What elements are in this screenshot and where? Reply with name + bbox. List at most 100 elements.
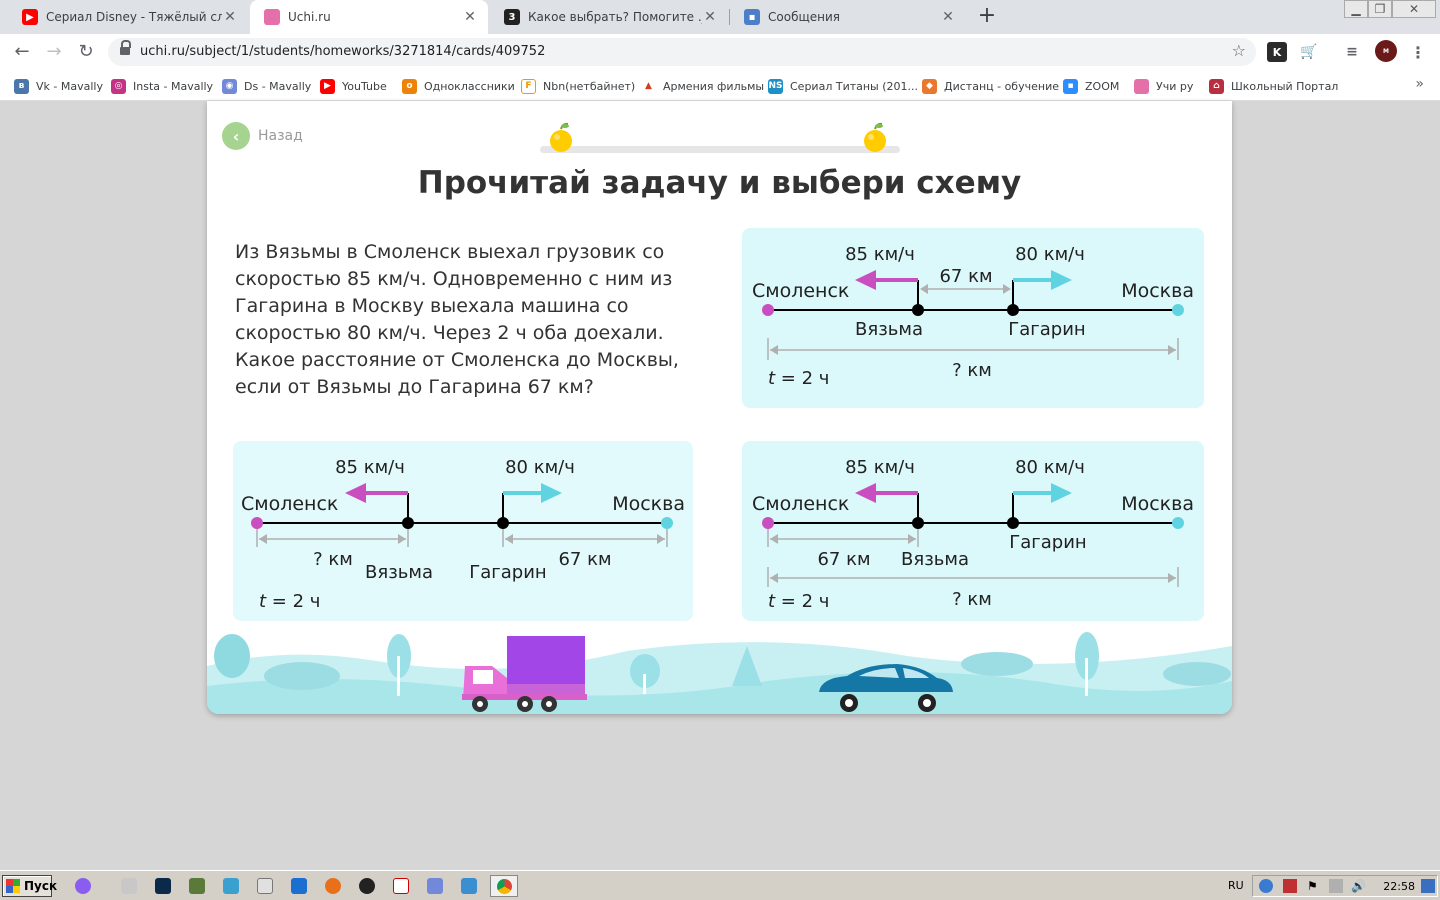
point-a-label: Вязьма <box>855 319 923 340</box>
distance-arrowhead <box>1168 345 1176 355</box>
restore-button[interactable]: ❐ <box>1368 0 1392 18</box>
bookmark-ok[interactable]: о Одноклассники <box>402 77 515 95</box>
volume-icon[interactable]: 🔊 <box>1351 878 1367 894</box>
antivirus-icon[interactable] <box>1283 879 1297 893</box>
yandex-icon[interactable] <box>393 878 409 894</box>
language-indicator[interactable]: RU <box>1228 879 1244 892</box>
monitor-icon[interactable] <box>1329 879 1343 893</box>
vk-extension-icon[interactable]: K <box>1267 42 1287 62</box>
point-gagarin <box>1007 304 1019 316</box>
store-icon[interactable] <box>291 878 307 894</box>
speed-left-label: 85 км/ч <box>335 457 405 478</box>
close-icon[interactable]: ✕ <box>222 9 238 25</box>
city-left-label: Смоленск <box>752 280 849 302</box>
point-vyazma <box>402 517 414 529</box>
address-bar[interactable]: uchi.ru/subject/1/students/homeworks/327… <box>108 38 1256 66</box>
back-label: Назад <box>258 128 303 144</box>
vk-icon: в <box>14 78 29 94</box>
close-icon[interactable]: ✕ <box>462 9 478 25</box>
uchi-icon <box>264 9 280 25</box>
close-icon[interactable]: ✕ <box>702 9 718 25</box>
close-icon[interactable]: ✕ <box>940 9 956 25</box>
cart-extension-icon[interactable]: 🛒 <box>1299 42 1319 62</box>
vimeworld-icon[interactable] <box>223 878 239 894</box>
flag-icon[interactable]: ⚑ <box>1307 879 1321 893</box>
arrow-right-shaft <box>1013 491 1053 495</box>
bookmark-distance[interactable]: ◆ Дистанц - обучение <box>922 77 1059 95</box>
bookmark-school-portal[interactable]: ⌂ Школьный Портал <box>1209 77 1338 95</box>
progress-track <box>540 146 900 153</box>
lock-icon <box>120 40 131 56</box>
page-title: Прочитай задачу и выбери схему <box>417 165 1022 201</box>
bookmark-discord[interactable]: ◉ Ds - Mavally <box>222 77 311 95</box>
notepad-icon[interactable] <box>121 878 137 894</box>
distance-arrowhead <box>505 534 513 544</box>
calculator-icon[interactable] <box>257 878 273 894</box>
bookmark-star-icon[interactable]: ☆ <box>1232 41 1246 60</box>
bookmark-zoom[interactable]: ▪ ZOOM <box>1063 77 1119 95</box>
arrow-left-head <box>855 483 876 503</box>
browser-toolbar: ← → ↻ uchi.ru/subject/1/students/homewor… <box>0 34 1440 70</box>
photoshop-icon[interactable] <box>155 878 171 894</box>
point-b-label: Гагарин <box>1008 319 1085 340</box>
playlist-icon[interactable]: ≡ <box>1342 42 1362 62</box>
distance-arrowhead <box>1168 573 1176 583</box>
scheme-diagram: 85 км/ч 80 км/ч 67 км Смоленск Москва Вя… <box>752 244 1194 389</box>
tab-messages[interactable]: ▪ Сообщения ✕ <box>730 0 966 34</box>
windows-logo-icon <box>6 879 20 893</box>
bookmark-armenia[interactable]: ▲ Армения фильмы <box>641 77 764 95</box>
point-moscow <box>1172 517 1184 529</box>
arrow-right-shaft <box>503 491 543 495</box>
bush-icon <box>961 652 1033 676</box>
distance-arrowhead <box>398 534 406 544</box>
fox-icon: ◆ <box>922 78 937 94</box>
bookmark-netbynet[interactable]: F Nbn(нетбайнет) <box>521 77 635 95</box>
point-smolensk <box>762 517 774 529</box>
new-tab-button[interactable]: + <box>976 5 998 27</box>
forward-arrow-icon[interactable]: → <box>42 40 66 64</box>
speed-right-label: 80 км/ч <box>505 457 575 478</box>
media-player-icon[interactable] <box>359 878 375 894</box>
network-icon[interactable] <box>1259 879 1273 893</box>
bookmarks-more-icon[interactable]: » <box>1415 76 1424 92</box>
bookmark-insta[interactable]: ◎ Insta - Mavally <box>111 77 213 95</box>
clock: 22:58 <box>1383 880 1415 893</box>
scheme-option-2[interactable]: 85 км/ч 80 км/ч Смоленск Москва ? км 67 … <box>233 441 693 621</box>
distance-arrowhead <box>920 284 928 294</box>
minecraft-icon[interactable] <box>189 878 205 894</box>
bookmark-youtube[interactable]: ▶ YouTube <box>320 77 387 95</box>
point-smolensk <box>762 304 774 316</box>
show-desktop-icon[interactable] <box>1421 879 1435 893</box>
zoom-icon: ▪ <box>1063 78 1078 94</box>
alice-icon[interactable] <box>75 878 91 894</box>
reload-icon[interactable]: ↻ <box>74 40 98 64</box>
chrome-taskbar-button[interactable] <box>490 875 518 897</box>
menu-kebab-icon[interactable]: ⋮ <box>1408 42 1428 62</box>
tab-youtube[interactable]: ▶ Сериал Disney - Тяжёлый случай ( ✕ <box>8 0 248 34</box>
bookmark-titans[interactable]: NS Сериал Титаны (201... <box>768 77 918 95</box>
bush-icon <box>264 662 340 690</box>
arrow-left-shaft <box>362 491 408 495</box>
tab-uchi[interactable]: Uchi.ru ✕ <box>250 0 488 34</box>
bookmark-uchi[interactable]: Учи ру <box>1134 77 1193 95</box>
discord-icon[interactable] <box>427 878 443 894</box>
tab-znanija[interactable]: 3 Какое выбрать? Помогите ._. - Ш ✕ <box>490 0 728 34</box>
arrow-right-head <box>1051 483 1072 503</box>
bookmark-vk[interactable]: в Vk - Mavally <box>14 77 103 95</box>
minimize-button[interactable]: ▁ <box>1344 0 1368 18</box>
scheme-option-3[interactable]: 85 км/ч 80 км/ч Смоленск Москва 67 км Вя… <box>742 441 1204 621</box>
armenia-icon: ▲ <box>641 78 656 94</box>
profile-avatar[interactable]: M <box>1375 40 1397 62</box>
telegram-icon[interactable] <box>461 878 477 894</box>
distance-arrowhead <box>770 573 778 583</box>
discord-icon: ◉ <box>222 78 237 94</box>
start-button[interactable]: Пуск <box>2 875 57 897</box>
city-right-label: Москва <box>1121 493 1194 515</box>
scheme-option-1[interactable]: 85 км/ч 80 км/ч 67 км Смоленск Москва Вя… <box>742 228 1204 408</box>
firefox-icon[interactable] <box>325 878 341 894</box>
back-button[interactable]: ‹ Назад <box>222 122 303 150</box>
close-window-button[interactable]: ✕ <box>1392 0 1436 18</box>
distance-arrowhead <box>770 534 778 544</box>
school-portal-icon: ⌂ <box>1209 78 1224 94</box>
back-arrow-icon[interactable]: ← <box>10 40 34 64</box>
